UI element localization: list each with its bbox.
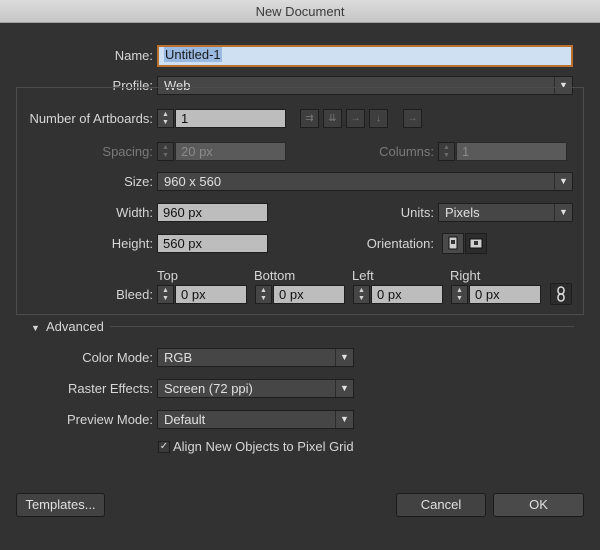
chevron-down-icon: ▼: [554, 204, 572, 221]
raster-effects-select[interactable]: Screen (72 ppi) ▼: [157, 379, 354, 398]
width-label: Width:: [116, 205, 153, 220]
disclosure-triangle-icon[interactable]: ▼: [31, 322, 40, 334]
bleed-top-input[interactable]: 0 px: [175, 285, 247, 304]
spacing-stepper: ▲ ▼: [157, 142, 174, 161]
align-pixel-grid-checkbox[interactable]: ✓: [158, 441, 170, 453]
chevron-down-icon: ▼: [335, 380, 353, 397]
ok-button[interactable]: OK: [493, 493, 584, 517]
bleed-left-stepper[interactable]: ▲ ▼: [353, 285, 370, 304]
landscape-orientation-button[interactable]: [465, 233, 487, 254]
bleed-left-input[interactable]: 0 px: [371, 285, 443, 304]
arrange-by-column-icon[interactable]: ↓: [369, 109, 388, 128]
bleed-right-stepper[interactable]: ▲ ▼: [451, 285, 468, 304]
columns-input: 1: [456, 142, 567, 161]
preview-mode-select[interactable]: Default ▼: [157, 410, 354, 429]
raster-effects-value: Screen (72 ppi): [164, 381, 253, 396]
chain-link-icon: [557, 286, 565, 302]
size-label: Size:: [124, 174, 153, 189]
artboards-input[interactable]: 1: [175, 109, 286, 128]
landscape-icon: [469, 238, 483, 249]
artboards-label: Number of Artboards:: [29, 111, 153, 126]
chevron-down-icon: ▼: [554, 173, 572, 190]
link-bleed-button[interactable]: [550, 283, 572, 305]
portrait-orientation-button[interactable]: [442, 233, 464, 254]
bleed-left-label: Left: [352, 268, 374, 283]
width-input[interactable]: 960 px: [157, 203, 268, 222]
grid-by-row-icon[interactable]: ⇉: [300, 109, 319, 128]
units-select[interactable]: Pixels ▼: [438, 203, 573, 222]
columns-stepper: ▲ ▼: [438, 142, 455, 161]
height-input[interactable]: 560 px: [157, 234, 268, 253]
bleed-right-input[interactable]: 0 px: [469, 285, 541, 304]
bleed-top-label: Top: [157, 268, 178, 283]
spacing-input: 20 px: [175, 142, 286, 161]
cancel-button[interactable]: Cancel: [396, 493, 486, 517]
size-select[interactable]: 960 x 560 ▼: [157, 172, 573, 191]
name-label: Name:: [114, 48, 153, 63]
color-mode-select[interactable]: RGB ▼: [157, 348, 354, 367]
advanced-divider: [110, 326, 574, 327]
preview-mode-value: Default: [164, 412, 206, 427]
grid-by-column-icon[interactable]: ⇊: [323, 109, 342, 128]
templates-button[interactable]: Templates...: [16, 493, 105, 517]
size-value: 960 x 560: [164, 174, 222, 189]
spacing-label: Spacing:: [102, 144, 153, 159]
raster-effects-label: Raster Effects:: [67, 381, 153, 396]
color-mode-label: Color Mode:: [82, 350, 153, 365]
advanced-toggle[interactable]: Advanced: [46, 317, 104, 337]
arrange-by-row-icon[interactable]: →: [346, 109, 365, 128]
right-to-left-icon[interactable]: →: [403, 109, 422, 128]
bleed-bottom-input[interactable]: 0 px: [273, 285, 345, 304]
name-value: Untitled-1: [164, 47, 222, 62]
artboards-stepper[interactable]: ▲ ▼: [157, 109, 174, 128]
bleed-top-stepper[interactable]: ▲ ▼: [157, 285, 174, 304]
window-title: New Document: [0, 0, 600, 23]
bleed-right-label: Right: [450, 268, 481, 283]
height-label: Height:: [111, 236, 153, 251]
chevron-down-icon: ▼: [335, 349, 353, 366]
color-mode-value: RGB: [164, 350, 193, 365]
bleed-label: Bleed:: [116, 287, 153, 302]
columns-label: Columns:: [379, 144, 434, 159]
name-input[interactable]: Untitled-1: [157, 45, 573, 67]
align-pixel-grid-label[interactable]: Align New Objects to Pixel Grid: [173, 437, 354, 457]
preview-mode-label: Preview Mode:: [67, 412, 153, 427]
portrait-icon: [448, 236, 458, 250]
bleed-bottom-label: Bottom: [254, 268, 296, 283]
orientation-label: Orientation:: [366, 236, 434, 251]
units-label: Units:: [400, 205, 434, 220]
chevron-down-icon: ▼: [335, 411, 353, 428]
bleed-bottom-stepper[interactable]: ▲ ▼: [255, 285, 272, 304]
units-value: Pixels: [445, 205, 480, 220]
